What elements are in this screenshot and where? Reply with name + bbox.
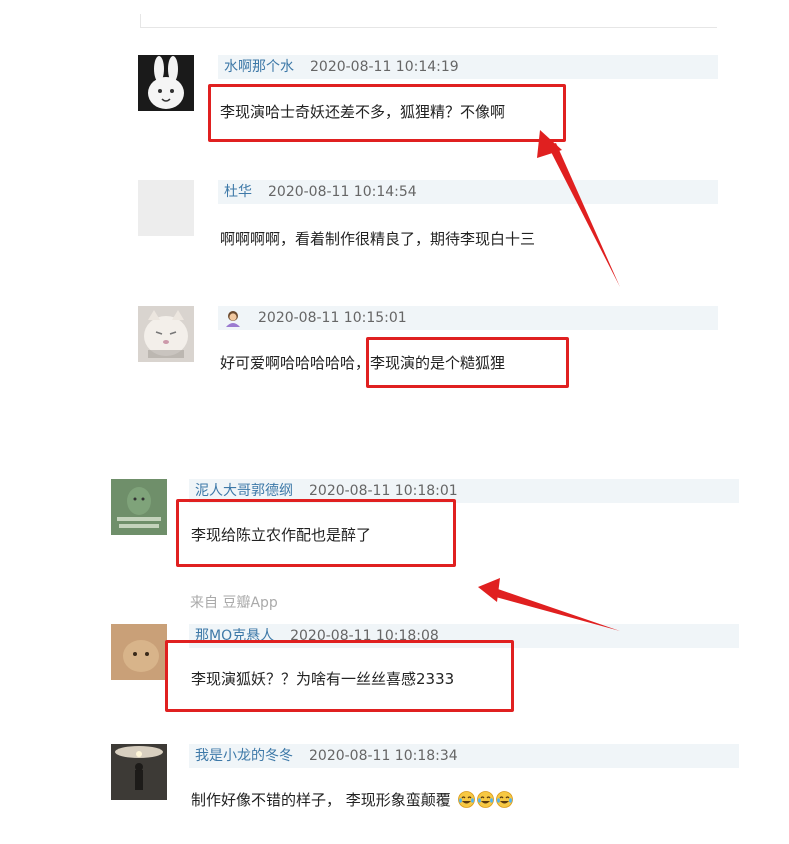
comment-time: 2020-08-11 10:18:34 [309,748,458,764]
comment-meta: 杜华 2020-08-11 10:14:54 [218,180,718,204]
avatar[interactable] [138,306,194,362]
highlight-box [176,499,456,567]
comment-item: 我是小龙的冬冬 2020-08-11 10:18:34 制作好像不错的样子， 李现… [111,744,739,834]
comment-meta: 水啊那个水 2020-08-11 10:14:19 [218,55,718,79]
comment-author-link[interactable]: 泥人大哥郭德纲 [195,483,293,499]
avatar[interactable] [111,744,167,800]
comment-time: 2020-08-11 10:14:54 [268,184,417,200]
laughing-tears-emoji-icon [457,791,475,808]
comment-meta: 2020-08-11 10:15:01 [218,306,718,330]
highlight-box [208,84,566,142]
comment-text: 啊啊啊啊，看着制作很精良了，期待李现白十三 [220,230,536,248]
comment-author-link[interactable]: 杜华 [224,184,252,200]
avatar[interactable] [138,55,194,111]
comment-source: 来自 豆瓣App [190,595,278,611]
divider [140,27,717,28]
highlight-box [165,640,514,712]
comment-item: 杜华 2020-08-11 10:14:54 啊啊啊啊，看着制作很精良了，期待李现… [138,180,718,270]
laughing-tears-emoji-icon [476,791,494,808]
avatar[interactable] [138,180,194,236]
comment-text: 制作好像不错的样子， 李现形象蛮颠覆 [191,789,513,811]
woman-emoji-icon[interactable] [224,309,242,327]
comment-time: 2020-08-11 10:18:01 [309,483,458,499]
comment-author-link[interactable]: 水啊那个水 [224,59,294,75]
comment-author-link[interactable]: 我是小龙的冬冬 [195,748,293,764]
divider [140,14,141,28]
comment-time: 2020-08-11 10:14:19 [310,59,459,75]
highlight-box [366,337,569,388]
comment-time: 2020-08-11 10:15:01 [258,310,407,326]
comment-meta: 我是小龙的冬冬 2020-08-11 10:18:34 [189,744,739,768]
avatar[interactable] [111,624,167,680]
laughing-tears-emoji-icon [495,791,513,808]
avatar[interactable] [111,479,167,535]
comment-text-content: 制作好像不错的样子， 李现形象蛮颠覆 [191,791,451,809]
